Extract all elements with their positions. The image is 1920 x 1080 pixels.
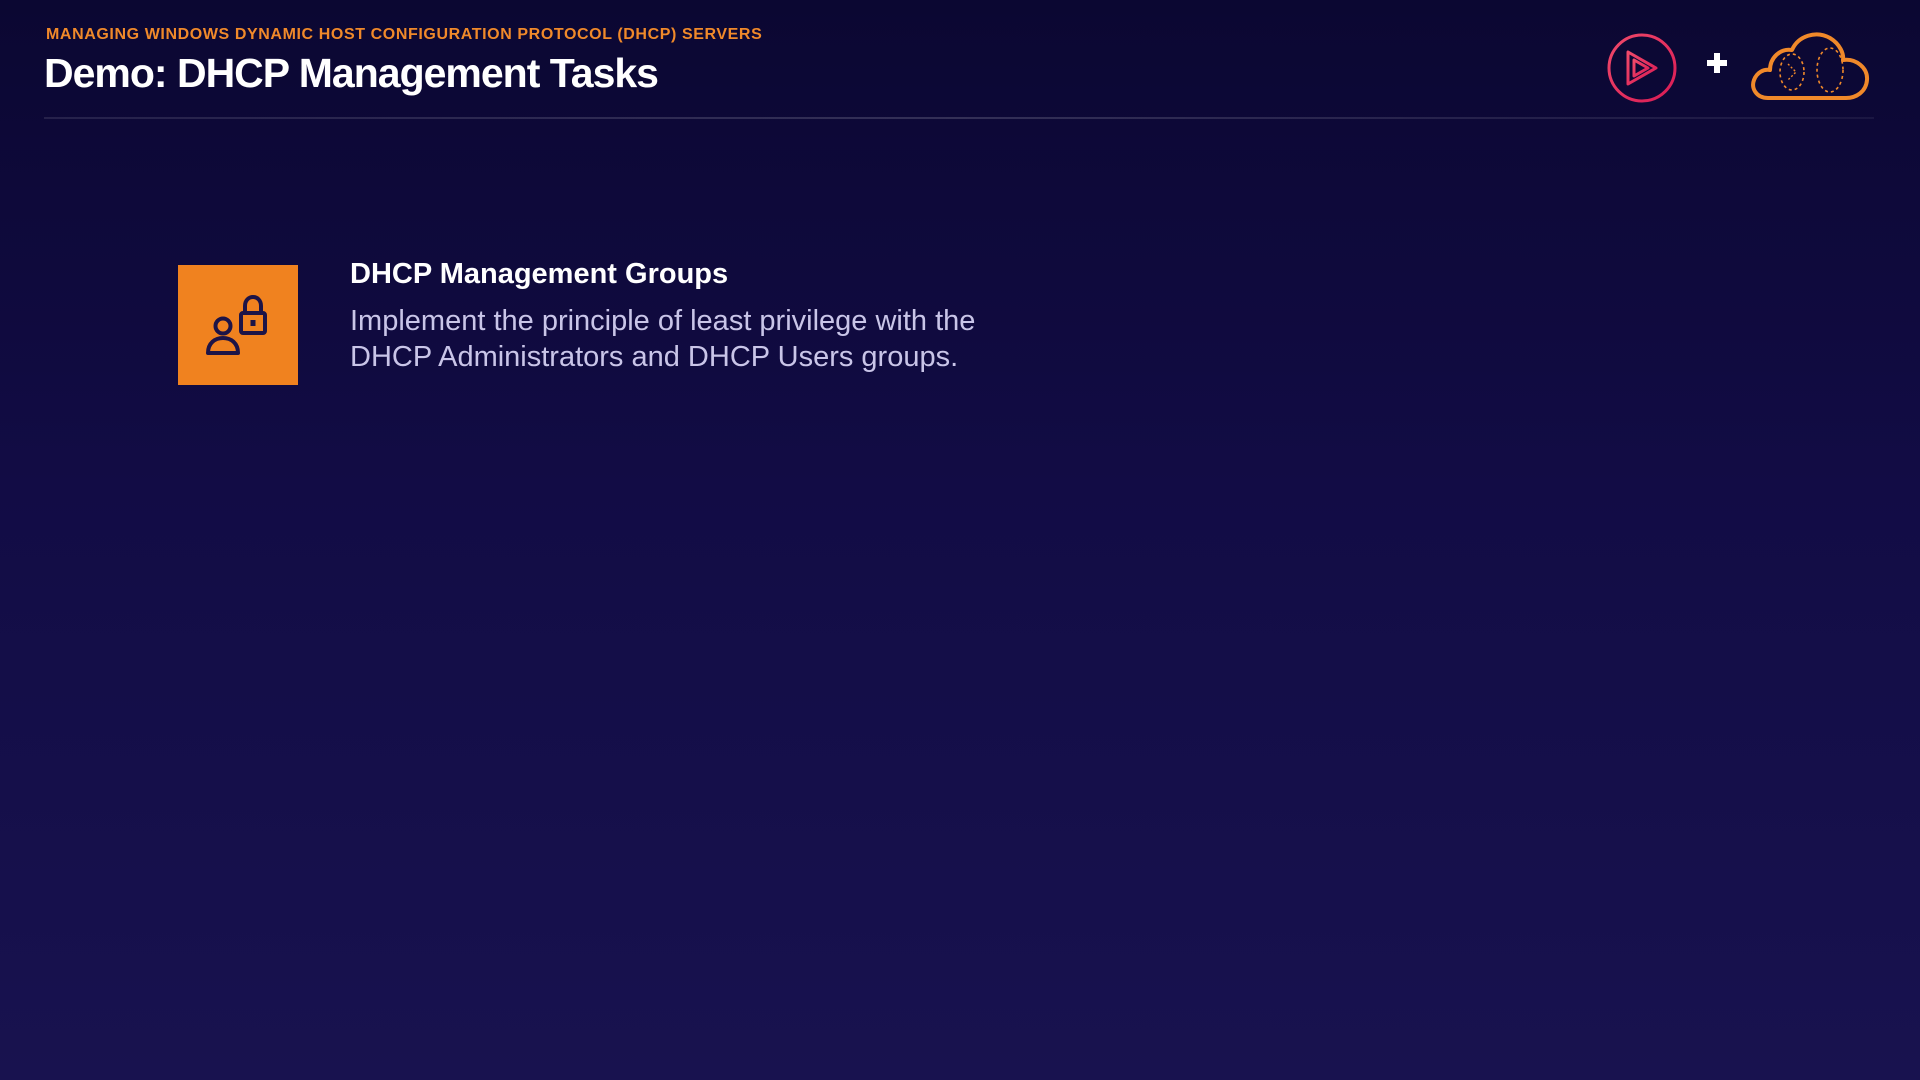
slide-header: MANAGING WINDOWS DYNAMIC HOST CONFIGURAT… — [44, 26, 1876, 116]
user-lock-icon — [206, 294, 267, 355]
page-title: Demo: DHCP Management Tasks — [44, 50, 659, 96]
play-logo-icon — [1607, 33, 1677, 103]
card-title: DHCP Management Groups — [350, 258, 729, 290]
brand-logos — [1606, 28, 1876, 104]
card-icon-tile — [178, 265, 298, 385]
course-title: MANAGING WINDOWS DYNAMIC HOST CONFIGURAT… — [46, 26, 763, 43]
card-text: DHCP Management Groups Implement the pri… — [350, 256, 1110, 375]
header-divider — [44, 117, 1874, 119]
card-description: Implement the principle of least privile… — [350, 305, 976, 373]
plus-icon — [1707, 53, 1727, 73]
cloud-logo-icon — [1751, 32, 1870, 100]
